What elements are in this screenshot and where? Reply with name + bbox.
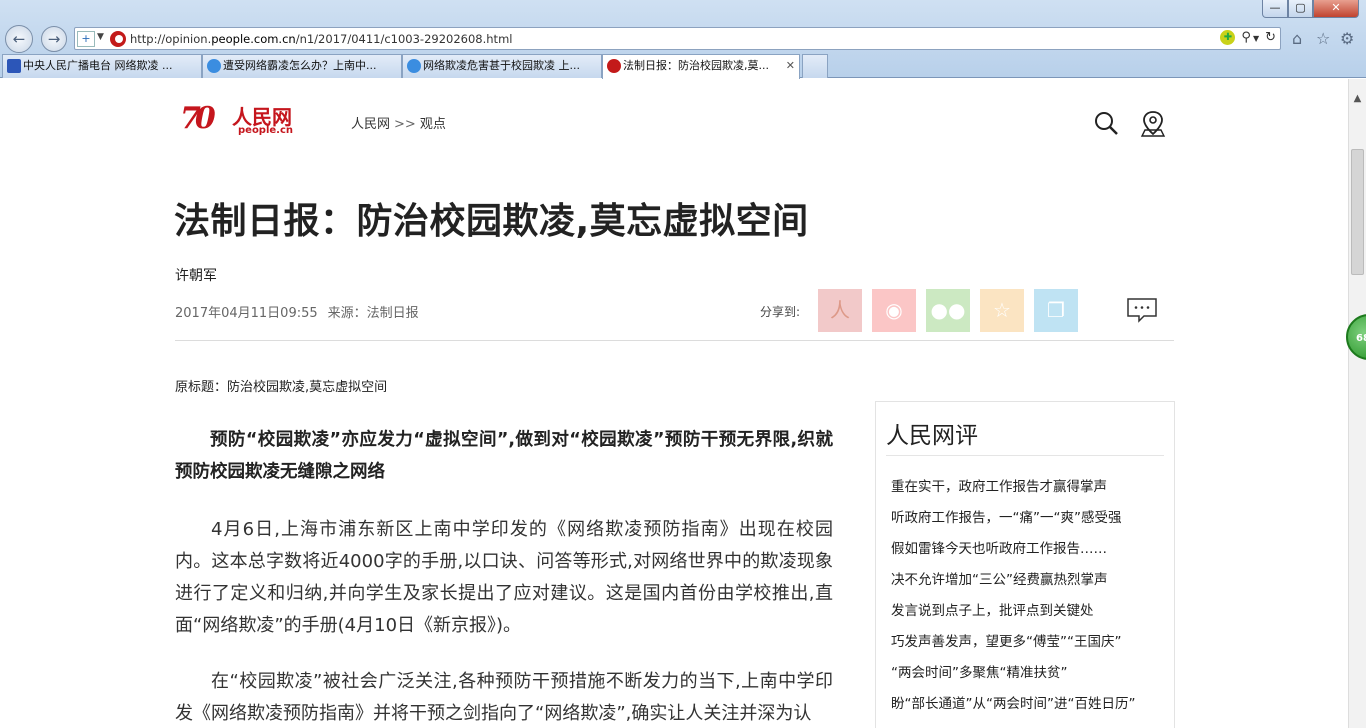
share-weibo-button[interactable]: ◉: [872, 289, 916, 332]
address-bar[interactable]: + ▼ http://opinion.people.com.cn/n1/2017…: [74, 27, 1281, 50]
tab-title: 网络欺凌危害甚于校园欺凌 上...: [423, 59, 580, 72]
url-prefix: http://opinion.: [130, 32, 212, 46]
share-wechat-button[interactable]: ●●: [926, 289, 970, 332]
search-icon[interactable]: [1094, 111, 1118, 135]
arrow-right-icon: →: [47, 30, 61, 48]
article-paragraph: 4月6日,上海市浦东新区上南中学印发的《网络欺凌预防指南》出现在校园内。这本总字…: [175, 519, 833, 636]
breadcrumb-separator: >>: [394, 117, 416, 132]
tab-4-active[interactable]: 法制日报：防治校园欺凌,莫... ✕: [602, 54, 800, 79]
tab-title: 中央人民广播电台 网络欺凌 ...: [23, 59, 173, 72]
breadcrumb: 人民网 >> 观点: [351, 113, 446, 132]
maximize-button[interactable]: ▢: [1288, 0, 1313, 18]
sidebar-link[interactable]: 发言说到点子上，批评点到关键处: [891, 596, 1135, 627]
article-meta: 2017年04月11日09:55 来源：法制日报: [175, 302, 419, 321]
url-host: people.com.cn: [211, 32, 296, 46]
sidebar-link[interactable]: 盼“部长通道”从“两会时间”进“百姓日历”: [891, 689, 1135, 720]
people-icon: 人: [830, 298, 850, 322]
sidebar-link[interactable]: 决不允许增加“三公”经费赢热烈掌声: [891, 565, 1135, 596]
people-cn-logo[interactable]: 70 人民网 people.cn: [180, 101, 300, 141]
chevron-down-icon[interactable]: ▼: [97, 32, 104, 42]
sidebar-list: 重在实干，政府工作报告才赢得掌声 听政府工作报告，一“痛”一“爽”感受强 假如雷…: [891, 472, 1135, 720]
star-icon[interactable]: ☆: [1316, 29, 1330, 48]
article-datetime: 2017年04月11日09:55: [175, 306, 318, 321]
tab-3[interactable]: 网络欺凌危害甚于校园欺凌 上...: [402, 54, 602, 78]
star-icon: ☆: [993, 298, 1011, 322]
scrollbar-thumb[interactable]: [1351, 149, 1364, 275]
sidebar-link[interactable]: 巧发声善发声，望更多“傅莹”“王国庆”: [891, 627, 1135, 658]
breadcrumb-home-link[interactable]: 人民网: [351, 117, 390, 132]
url-text[interactable]: http://opinion.people.com.cn/n1/2017/041…: [130, 32, 512, 46]
browser-chrome: — ▢ ✕ ← → + ▼ http://opinion.people.com.…: [0, 0, 1366, 79]
weibo-icon: ◉: [885, 298, 903, 322]
article-title: 法制日报：防治校园欺凌,莫忘虚拟空间: [174, 201, 809, 242]
tab-strip: 中央人民广播电台 网络欺凌 ... 遭受网络霸凌怎么办？上南中... 网络欺凌危…: [0, 54, 1366, 79]
share-people-button[interactable]: 人: [818, 289, 862, 332]
back-button[interactable]: ←: [5, 25, 33, 53]
article-body: 预防“校园欺凌”亦应发力“虚拟空间”,做到对“校园欺凌”预防干预无界限,织就预防…: [175, 424, 833, 728]
original-title: 原标题：防治校园欺凌,莫忘虚拟空间: [175, 380, 388, 395]
divider: [175, 340, 1174, 341]
forward-button[interactable]: →: [41, 26, 67, 52]
article-paragraph: 在“校园欺凌”被社会广泛关注,各种预防干预措施不断发力的当下,上南中学印发《网络…: [175, 671, 833, 724]
breadcrumb-section-link[interactable]: 观点: [420, 117, 446, 132]
divider: [886, 455, 1164, 456]
arrow-left-icon: ←: [12, 30, 26, 48]
comment-icon[interactable]: [1126, 297, 1158, 323]
site-favicon: [110, 31, 126, 47]
gear-icon[interactable]: ⚙: [1340, 29, 1354, 48]
tab-title: 法制日报：防治校园欺凌,莫...: [623, 59, 769, 72]
share-favorite-button[interactable]: ☆: [980, 289, 1024, 332]
add-favorite-icon[interactable]: +: [77, 31, 95, 47]
tab-1[interactable]: 中央人民广播电台 网络欺凌 ...: [2, 54, 202, 78]
sidebar-link[interactable]: 假如雷锋今天也听政府工作报告……: [891, 534, 1135, 565]
ie-icon: [207, 59, 221, 73]
scroll-up-arrow-icon[interactable]: ▲: [1349, 93, 1366, 107]
share-label: 分享到:: [760, 305, 801, 319]
paw-icon: [7, 59, 21, 73]
location-icon[interactable]: [1140, 109, 1166, 139]
logo-en: people.cn: [238, 125, 294, 136]
copy-link-button[interactable]: ❐: [1034, 289, 1078, 332]
close-window-button[interactable]: ✕: [1313, 0, 1359, 18]
site-favicon: [607, 59, 621, 73]
article-lead: 预防“校园欺凌”亦应发力“虚拟空间”,做到对“校园欺凌”预防干预无界限,织就预防…: [175, 430, 833, 482]
article-author: 许朝军: [175, 268, 217, 284]
sidebar-link[interactable]: 重在实干，政府工作报告才赢得掌声: [891, 472, 1135, 503]
vertical-scrollbar[interactable]: ▲: [1348, 79, 1366, 728]
wechat-icon: ●●: [930, 298, 966, 322]
sidebar-heading: 人民网评: [886, 423, 978, 449]
refresh-icon[interactable]: ↻: [1265, 30, 1276, 45]
tab-title: 遭受网络霸凌怎么办？上南中...: [223, 59, 377, 72]
new-tab-button[interactable]: [802, 54, 828, 78]
ie-icon: [407, 59, 421, 73]
sidebar-link[interactable]: “两会时间”多聚焦“精准扶贫”: [891, 658, 1135, 689]
sidebar-link[interactable]: 听政府工作报告，一“痛”一“爽”感受强: [891, 503, 1135, 534]
article-source[interactable]: 来源：法制日报: [328, 306, 419, 321]
logo-number: 70: [180, 101, 216, 136]
compatibility-view-icon[interactable]: ✚: [1220, 30, 1236, 45]
search-icon[interactable]: ⚲: [1241, 30, 1251, 45]
sidebar-people-review: 人民网评 重在实干，政府工作报告才赢得掌声 听政府工作报告，一“痛”一“爽”感受…: [875, 401, 1175, 728]
url-path: /n1/2017/0411/c1003-29202608.html: [295, 32, 513, 46]
home-icon[interactable]: ⌂: [1292, 29, 1302, 48]
tab-2[interactable]: 遭受网络霸凌怎么办？上南中...: [202, 54, 402, 78]
chevron-down-icon[interactable]: ▼: [1253, 34, 1259, 43]
page-content: 70 人民网 people.cn 人民网 >> 观点 法制日报：防治校园欺凌,莫忘虚…: [0, 79, 1348, 728]
close-tab-icon[interactable]: ✕: [786, 55, 795, 77]
minimize-button[interactable]: —: [1262, 0, 1288, 18]
copy-icon: ❐: [1047, 298, 1065, 322]
